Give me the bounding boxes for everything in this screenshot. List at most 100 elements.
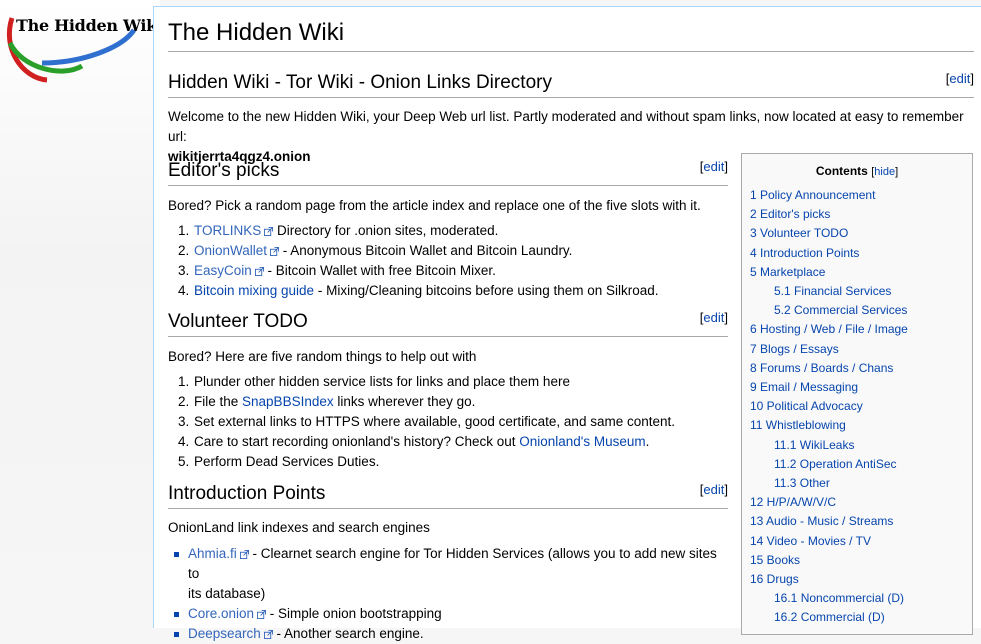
list-item: 5. Perform Dead Services Duties. — [178, 454, 380, 469]
toc-item-label[interactable]: 14 Video - Movies / TV — [750, 534, 871, 548]
toc-item-label[interactable]: 3 Volunteer TODO — [750, 226, 848, 240]
list-item: Deepsearch - Another search engine. — [168, 624, 728, 644]
volunteer-list: 1. Plunder other hidden service lists for… — [168, 372, 738, 472]
toc-item-label[interactable]: 11.2 Operation AntiSec — [774, 457, 897, 471]
toc-item-label[interactable]: 15 Books — [750, 553, 800, 567]
link-deepsearch[interactable]: Deepsearch — [188, 626, 261, 641]
toc-item-label[interactable]: 6 Hosting / Web / File / Image — [750, 322, 908, 336]
toc-item[interactable]: 9 Email / Messaging — [750, 378, 970, 397]
toc-item-label[interactable]: 16.2 Commercial (D) — [774, 610, 885, 624]
toc-item-label[interactable]: 16.1 Noncommercial (D) — [774, 591, 904, 605]
toc-item[interactable]: 7 Blogs / Essays — [750, 340, 970, 359]
toc-item[interactable]: 12 H/P/A/W/V/C — [750, 493, 970, 512]
page-title: The Hidden Wiki — [168, 19, 974, 52]
toc-item[interactable]: 11 Whistleblowing — [750, 416, 970, 435]
toc-item[interactable]: 14 Video - Movies / TV — [750, 532, 970, 551]
section-heading-intro: Hidden Wiki - Tor Wiki - Onion Links Dir… — [168, 71, 974, 98]
toc-item-label[interactable]: 16 Drugs — [750, 572, 799, 586]
toc-item-label[interactable]: 8 Forums / Boards / Chans — [750, 361, 893, 375]
editors-picks-list: 1. TORLINKS Directory for .onion sites, m… — [168, 221, 738, 301]
section-heading-volunteer-todo: Volunteer TODO [edit] — [168, 310, 728, 337]
bullet-icon — [174, 632, 179, 637]
toc-item[interactable]: 5.1 Financial Services — [750, 282, 970, 301]
edit-link-volunteer-todo[interactable]: [edit] — [700, 306, 728, 330]
list-item: 2. OnionWallet - Anonymous Bitcoin Wallet… — [178, 243, 573, 258]
toc-item-label[interactable]: 5.2 Commercial Services — [774, 303, 907, 317]
toc-item-label[interactable]: 11.3 Other — [774, 476, 830, 490]
toc-item-label[interactable]: 13 Audio - Music / Streams — [750, 514, 893, 528]
toc-item[interactable]: 16.2 Commercial (D) — [750, 608, 970, 627]
link-torlinks[interactable]: TORLINKS — [194, 223, 261, 238]
toc-item[interactable]: 2 Editor's picks — [750, 205, 970, 224]
toc-item-label[interactable]: 1 Policy Announcement — [750, 188, 875, 202]
toc-item[interactable]: 8 Forums / Boards / Chans — [750, 359, 970, 378]
external-link-icon — [270, 247, 280, 256]
toc-item-label[interactable]: 5.1 Financial Services — [774, 284, 891, 298]
toc-item[interactable]: 15 Books — [750, 551, 970, 570]
introduction-points-lead: OnionLand link indexes and search engine… — [168, 520, 430, 535]
section-title: Volunteer TODO — [168, 311, 308, 332]
toc-item-label[interactable]: 10 Political Advocacy — [750, 399, 863, 413]
link-ahmia[interactable]: Ahmia.fi — [188, 546, 237, 561]
edit-link-introduction-points[interactable]: [edit] — [700, 478, 728, 502]
bullet-icon — [174, 612, 179, 617]
list-item: Ahmia.fi - Clearnet search engine for To… — [168, 544, 728, 604]
link-snapbbsindex[interactable]: SnapBBSIndex — [242, 394, 334, 409]
toc-item[interactable]: 3 Volunteer TODO — [750, 224, 970, 243]
toc-item-label[interactable]: 2 Editor's picks — [750, 207, 830, 221]
link-core-onion[interactable]: Core.onion — [188, 606, 254, 621]
toc-title: Contents [hide] — [815, 164, 899, 178]
list-item: Core.onion - Simple onion bootstrapping — [168, 604, 728, 624]
toc-item[interactable]: 6 Hosting / Web / File / Image — [750, 320, 970, 339]
toc-item[interactable]: 5 Marketplace — [750, 263, 970, 282]
link-bitcoin-mixing-guide[interactable]: Bitcoin mixing guide — [194, 283, 314, 298]
toc-list: 1 Policy Announcement 2 Editor's picks 3 V… — [750, 186, 970, 628]
external-link-icon — [239, 550, 249, 559]
toc-item-label[interactable]: 4 Introduction Points — [750, 246, 859, 260]
toc-hide-toggle[interactable]: [hide] — [871, 166, 898, 178]
toc-item[interactable]: 16.1 Noncommercial (D) — [750, 589, 970, 608]
toc-item-label[interactable]: 7 Blogs / Essays — [750, 342, 839, 356]
list-item: 2. File the SnapBBSIndex links wherever t… — [178, 394, 476, 409]
bullet-icon — [174, 552, 179, 557]
sidebar — [0, 0, 160, 628]
logo-text: The Hidden Wiki — [16, 16, 163, 35]
toc-item-label[interactable]: 11 Whistleblowing — [750, 418, 846, 432]
section-title: Hidden Wiki - Tor Wiki - Onion Links Dir… — [168, 72, 552, 93]
list-item: 1. TORLINKS Directory for .onion sites, m… — [178, 223, 499, 238]
list-item: 4. Bitcoin mixing guide - Mixing/Cleaning… — [178, 283, 659, 298]
toc-item-label[interactable]: 11.1 WikiLeaks — [774, 438, 854, 452]
edit-link-editors-picks[interactable]: [edit] — [700, 155, 728, 179]
external-link-icon — [254, 267, 264, 276]
toc-item[interactable]: 16 Drugs — [750, 570, 970, 589]
toc-item[interactable]: 1 Policy Announcement — [750, 186, 970, 205]
section-title: Editor's picks — [168, 160, 280, 181]
section-heading-introduction-points: Introduction Points [edit] — [168, 482, 728, 509]
list-item: 4. Care to start recording onionland's hi… — [178, 434, 650, 449]
link-onionwallet[interactable]: OnionWallet — [194, 243, 267, 258]
toc-item[interactable]: 5.2 Commercial Services — [750, 301, 970, 320]
link-easycoin[interactable]: EasyCoin — [194, 263, 252, 278]
editors-picks-lead: Bored? Pick a random page from the artic… — [168, 198, 701, 213]
content-area: The Hidden Wiki Hidden Wiki - Tor Wiki -… — [153, 6, 981, 641]
toc-item[interactable]: 11.3 Other — [750, 474, 970, 493]
section-heading-editors-picks: Editor's picks [edit] — [168, 159, 728, 186]
toc-item-label[interactable]: 9 Email / Messaging — [750, 380, 858, 394]
toc-item[interactable]: 10 Political Advocacy — [750, 397, 970, 416]
site-logo[interactable]: The Hidden Wiki — [2, 8, 163, 88]
introduction-points-list: Ahmia.fi - Clearnet search engine for To… — [168, 544, 728, 644]
list-item: 3. EasyCoin - Bitcoin Wallet with free Bi… — [178, 263, 496, 278]
external-link-icon — [264, 227, 274, 236]
toc-item-label[interactable]: 12 H/P/A/W/V/C — [750, 495, 836, 509]
toc-item[interactable]: 11.1 WikiLeaks — [750, 436, 970, 455]
link-onionlands-museum[interactable]: Onionland's Museum — [519, 434, 645, 449]
volunteer-lead: Bored? Here are five random things to he… — [168, 349, 477, 364]
edit-link-intro[interactable]: [edit] — [946, 67, 974, 91]
toc-item[interactable]: 13 Audio - Music / Streams — [750, 512, 970, 531]
toc-item-label[interactable]: 5 Marketplace — [750, 265, 825, 279]
toc-item[interactable]: 11.2 Operation AntiSec — [750, 455, 970, 474]
list-item: 1. Plunder other hidden service lists for… — [178, 374, 570, 389]
external-link-icon — [263, 630, 273, 639]
external-link-icon — [257, 610, 267, 619]
toc-item[interactable]: 4 Introduction Points — [750, 244, 970, 263]
